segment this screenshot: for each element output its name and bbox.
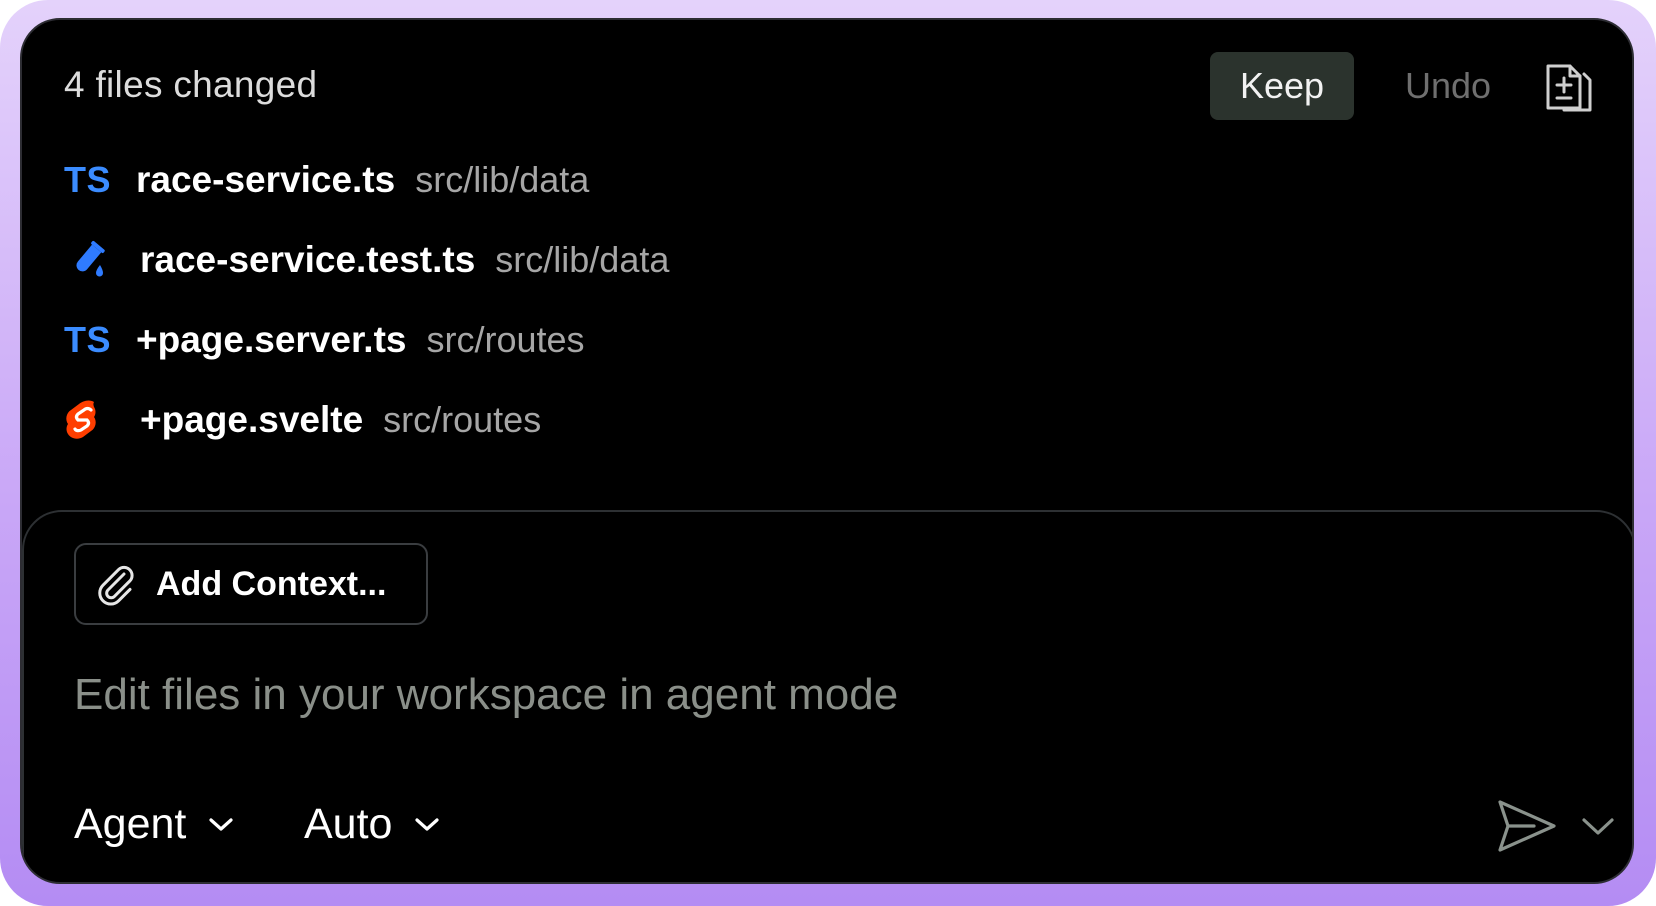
file-row-page-svelte[interactable]: +page.svelte src/routes	[64, 390, 541, 450]
file-row-race-service[interactable]: TS race-service.ts src/lib/data	[64, 150, 589, 210]
file-diff-icon[interactable]	[1542, 60, 1596, 114]
files-changed-title: 4 files changed	[64, 64, 318, 105]
undo-button[interactable]: Undo	[1388, 52, 1508, 120]
file-name: +page.server.ts	[136, 319, 407, 360]
add-context-label: Add Context...	[156, 564, 387, 603]
typescript-icon: TS	[64, 159, 112, 200]
keep-button[interactable]: Keep	[1210, 52, 1354, 120]
send-icon[interactable]	[1494, 796, 1560, 856]
file-path: src/lib/data	[495, 239, 670, 280]
file-name: race-service.ts	[136, 159, 396, 200]
chevron-down-icon	[410, 807, 444, 841]
file-row-page-server[interactable]: TS +page.server.ts src/routes	[64, 310, 585, 370]
model-dropdown[interactable]: Auto	[304, 792, 444, 856]
file-name: race-service.test.ts	[140, 239, 476, 280]
file-path: src/routes	[383, 399, 542, 440]
add-context-button[interactable]: Add Context...	[74, 543, 428, 625]
file-name: +page.svelte	[140, 399, 364, 440]
test-tube-icon	[64, 237, 114, 283]
mode-label: Agent	[74, 799, 187, 848]
model-label: Auto	[304, 799, 393, 848]
chevron-down-icon	[204, 807, 238, 841]
chat-panel: 4 files changed Keep Undo TS race-servic…	[20, 18, 1634, 884]
mode-dropdown[interactable]: Agent	[74, 792, 238, 856]
file-path: src/routes	[426, 319, 585, 360]
file-path: src/lib/data	[415, 159, 590, 200]
paperclip-icon	[94, 562, 138, 606]
chevron-down-icon[interactable]	[1578, 808, 1618, 844]
prompt-input[interactable]	[74, 665, 1374, 725]
typescript-icon: TS	[64, 319, 112, 360]
svelte-icon	[64, 397, 114, 443]
file-row-race-service-test[interactable]: race-service.test.ts src/lib/data	[64, 230, 669, 290]
